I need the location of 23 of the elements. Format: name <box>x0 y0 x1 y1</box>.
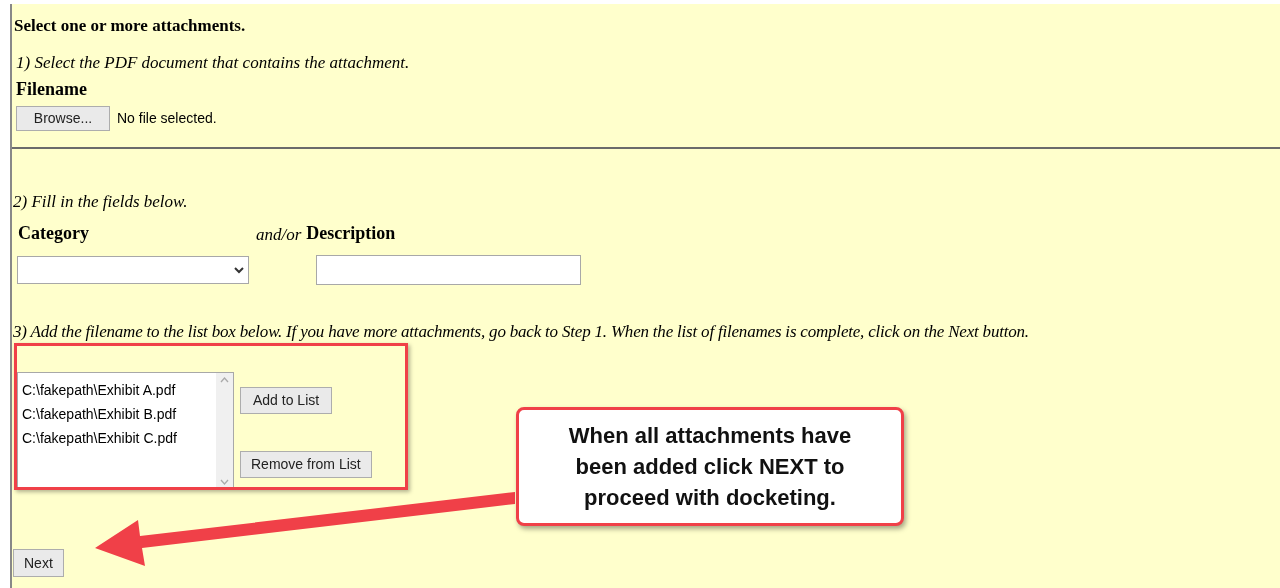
list-item[interactable]: C:\fakepath\Exhibit C.pdf <box>22 426 177 450</box>
add-to-list-button[interactable]: Add to List <box>240 387 333 414</box>
category-dropdown[interactable] <box>17 256 249 284</box>
step-instruction: 2) Fill in the fields below. <box>13 192 188 212</box>
next-button[interactable]: Next <box>13 549 64 577</box>
remove-from-list-button[interactable]: Remove from List <box>240 451 372 478</box>
field-label: Category <box>18 222 90 245</box>
scrollbar[interactable] <box>216 373 233 489</box>
step-instruction: 3) Add the filename to the list box below. If you have more attachments, go back to Step 1. When the list of filenames is complete, click on the Next button. <box>13 322 1029 342</box>
step-instruction: 1) Select the PDF document that contains the attachment. <box>15 53 410 73</box>
browse-button[interactable]: Browse... <box>16 106 110 131</box>
form-title: Select one or more attachments. <box>13 15 246 36</box>
field-label: Filename <box>15 79 87 99</box>
callout-text: When all attachments have been added click NEXT to proceed with docketing. <box>567 422 853 512</box>
field-label: Description <box>306 222 396 245</box>
chevron-down-icon[interactable] <box>220 479 229 485</box>
connector-text: and/or <box>256 223 302 246</box>
list-item[interactable]: C:\fakepath\Exhibit A.pdf <box>22 378 176 402</box>
description-field[interactable] <box>316 255 581 285</box>
list-item[interactable]: C:\fakepath\Exhibit B.pdf <box>22 402 177 426</box>
file-status: No file selected. <box>117 109 217 128</box>
chevron-up-icon[interactable] <box>220 377 229 383</box>
chevron-down-icon <box>234 266 244 274</box>
